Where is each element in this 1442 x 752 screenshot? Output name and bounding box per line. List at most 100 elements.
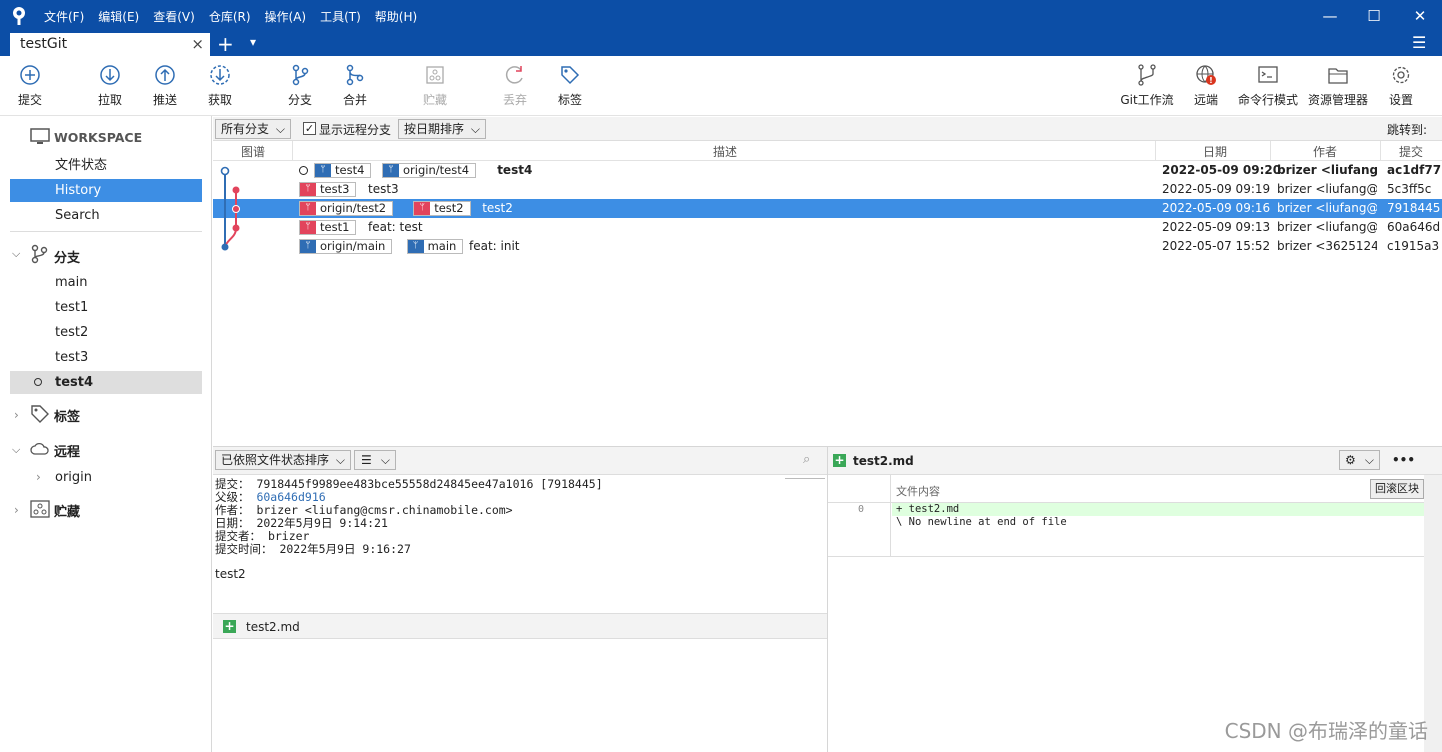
commit-list-header: 图谱 描述 日期 作者 提交 (213, 141, 1442, 161)
settings-button[interactable]: 设置 (1373, 64, 1429, 108)
ref-label[interactable]: ᛘ main (406, 239, 464, 254)
commit-author: brizer <liufang@ (1277, 163, 1377, 177)
sort-select[interactable]: 按日期排序 ⌵ (398, 119, 486, 139)
sidebar-item-history[interactable]: History (10, 179, 202, 202)
commit-hash: 5c3ff5c (1387, 182, 1432, 196)
revert-hunk-button[interactable]: 回滚区块 (1370, 479, 1424, 499)
branches-title[interactable]: 分支 (54, 247, 80, 266)
menu-item-0[interactable]: 文件(F) (44, 8, 84, 25)
explorer-button[interactable]: 资源管理器 (1305, 64, 1371, 108)
commit-row[interactable]: ᛘ test1 feat: test 2022-05-09 09:13 brizer <… (213, 218, 1442, 237)
discard-button[interactable]: 丢弃 (487, 64, 543, 108)
ref-label[interactable]: ᛘ test4 (314, 163, 372, 178)
more-options-icon[interactable]: ••• (1392, 453, 1415, 467)
commit-desc: feat: test (368, 220, 423, 234)
remotes-title[interactable]: 远程 (54, 441, 80, 460)
branch-filter-select[interactable]: 所有分支 ⌵ (215, 119, 291, 139)
fetch-button[interactable]: 获取 (192, 64, 248, 108)
commit-row[interactable]: ᛘ test4 ᛘ origin/test4 test4 2022-05-09 09:20… (213, 161, 1442, 180)
push-button[interactable]: 推送 (137, 64, 193, 108)
new-tab-button[interactable]: + (217, 32, 234, 56)
ref-label[interactable]: ᛘ test1 (299, 220, 357, 235)
chevron-right-icon[interactable]: › (14, 408, 19, 422)
view-mode-select[interactable]: ☰ ⌵ (354, 450, 396, 470)
menu-item-6[interactable]: 帮助(H) (375, 8, 417, 25)
minimize-button[interactable]: — (1318, 6, 1342, 26)
detail-committer-label: 提交者： (215, 529, 261, 543)
menu-item-2[interactable]: 查看(V) (153, 8, 195, 25)
ref-label[interactable]: ᛘ test3 (299, 182, 357, 197)
commit-row[interactable]: ᛘ origin/main ᛘ main feat: init 2022-05-07 15… (213, 237, 1442, 256)
tab-dropdown-icon[interactable]: ▾ (250, 35, 256, 49)
commit-desc: test2 (482, 201, 513, 215)
diff-settings-button[interactable]: ⚙ ⌵ (1339, 450, 1380, 470)
repo-tab[interactable]: testGit × (10, 33, 210, 56)
commit-row[interactable]: ᛘ test3 test3 2022-05-09 09:19 brizer <liufa… (213, 180, 1442, 199)
ref-label[interactable]: ᛘ origin/test2 (299, 201, 394, 216)
file-sort-select[interactable]: 已依照文件状态排序 ⌵ (215, 450, 351, 470)
maximize-button[interactable]: ☐ (1362, 6, 1386, 26)
ref-label-text: main (427, 239, 457, 253)
col-graph[interactable]: 图谱 (241, 143, 265, 160)
stash-title[interactable]: 贮藏 (54, 501, 80, 520)
detail-parent-link[interactable]: 60a646d916 (256, 490, 325, 504)
sidebar-branch-main[interactable]: main (10, 271, 202, 294)
close-tab-icon[interactable]: × (191, 35, 204, 53)
ref-label[interactable]: ᛘ origin/test4 (382, 163, 477, 178)
sidebar-branch-test3[interactable]: test3 (10, 346, 202, 369)
changed-file-name[interactable]: test2.md (246, 620, 300, 634)
col-date[interactable]: 日期 (1203, 143, 1227, 160)
workspace-title: WORKSPACE (54, 130, 143, 145)
sidebar-branch-test1[interactable]: test1 (10, 296, 202, 319)
git-flow-button[interactable]: Git工作流 (1112, 64, 1182, 108)
commit-button[interactable]: 提交 (2, 64, 58, 108)
sidebar: WORKSPACE 文件状态 History Search ⌵ 分支 main … (0, 116, 212, 752)
commit-author: brizer <3625124 (1277, 239, 1377, 253)
diff-added-line: + test2.md (892, 503, 1424, 516)
ref-label[interactable]: ᛘ origin/main (299, 239, 393, 254)
stash-button[interactable]: 贮藏 (407, 64, 463, 108)
diff-scrollbar[interactable] (1424, 475, 1442, 752)
sidebar-item-search[interactable]: Search (10, 204, 202, 227)
branch-icon (292, 64, 309, 86)
chevron-down-icon[interactable]: ⌵ (12, 443, 20, 457)
menu-item-4[interactable]: 操作(A) (265, 8, 307, 25)
menu-item-3[interactable]: 仓库(R) (209, 8, 251, 25)
pull-button[interactable]: 拉取 (82, 64, 138, 108)
ref-label[interactable]: ᛘ test2 (413, 201, 471, 216)
stash-button-label: 贮藏 (422, 93, 447, 107)
merge-button[interactable]: 合并 (327, 64, 383, 108)
branch-button[interactable]: 分支 (272, 64, 328, 108)
terminal-button[interactable]: 命令行模式 (1236, 64, 1300, 108)
svg-text:!: ! (1209, 76, 1213, 85)
col-author[interactable]: 作者 (1313, 143, 1337, 160)
chevron-down-icon[interactable]: ⌵ (12, 247, 20, 261)
monitor-icon (30, 128, 50, 149)
sidebar-branch-test2[interactable]: test2 (10, 321, 202, 344)
col-commit[interactable]: 提交 (1399, 143, 1423, 160)
hamburger-menu-icon[interactable]: ☰ (1412, 33, 1426, 52)
jump-to-label[interactable]: 跳转到: (1387, 121, 1427, 138)
sidebar-item-file-status[interactable]: 文件状态 (10, 154, 202, 177)
commit-desc: test3 (368, 182, 399, 196)
menu-bar: 文件(F) 编辑(E) 查看(V) 仓库(R) 操作(A) 工具(T) 帮助(H) (44, 8, 417, 25)
menu-item-5[interactable]: 工具(T) (320, 8, 361, 25)
commit-desc: feat: init (469, 239, 520, 253)
graph-node (232, 205, 240, 213)
menu-item-1[interactable]: 编辑(E) (98, 8, 139, 25)
tags-title[interactable]: 标签 (54, 406, 80, 425)
divider (1380, 141, 1381, 161)
col-desc[interactable]: 描述 (713, 143, 737, 160)
detail-parent-label: 父级： (215, 490, 250, 504)
close-window-button[interactable]: ✕ (1408, 6, 1432, 26)
show-remote-checkbox[interactable]: ✓ (303, 122, 316, 135)
divider (292, 141, 293, 161)
search-icon[interactable]: ⌕ (803, 452, 810, 467)
remote-button[interactable]: ! 远端 (1178, 64, 1234, 108)
branch-ref-icon: ᛘ (300, 202, 316, 215)
sidebar-remote-origin[interactable]: origin (10, 466, 202, 489)
commit-desc: test4 (497, 163, 533, 177)
tag-button[interactable]: 标签 (542, 64, 598, 108)
chevron-right-icon[interactable]: › (14, 503, 19, 517)
commit-row[interactable]: ᛘ origin/test2 ᛘ test2 test2 2022-05-09 09:16… (213, 199, 1442, 218)
